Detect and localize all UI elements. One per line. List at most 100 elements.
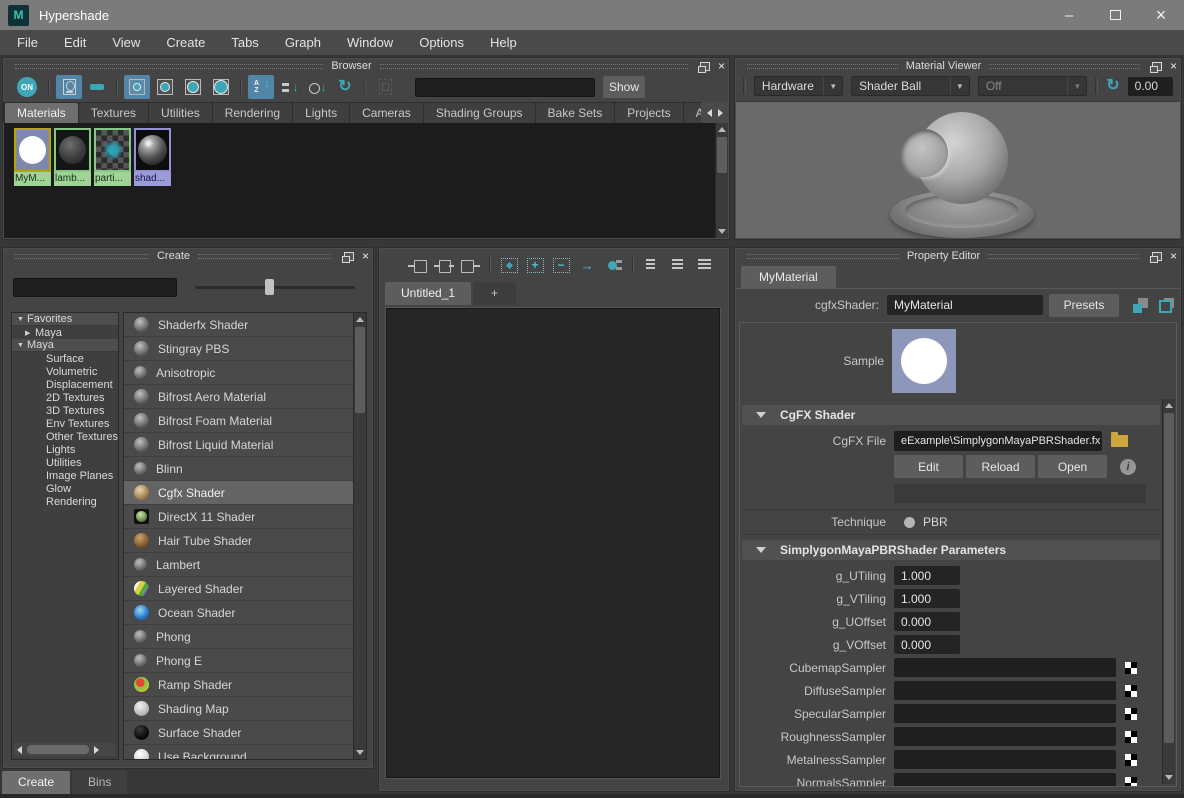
browser-search-input[interactable] <box>415 78 595 97</box>
close-button[interactable]: × <box>1138 0 1184 30</box>
tree-item[interactable]: Glow <box>12 482 118 495</box>
scroll-down-icon[interactable] <box>718 229 726 234</box>
swatch-size-small-button[interactable] <box>124 75 150 99</box>
technique-radio-button[interactable] <box>904 517 915 528</box>
browser-tab[interactable]: Materials <box>5 103 78 123</box>
float-panel-icon[interactable] <box>344 252 354 261</box>
shader-list-item[interactable]: Stingray PBS <box>124 337 353 361</box>
material-thumbnail[interactable] <box>54 128 91 172</box>
scroll-down-icon[interactable] <box>356 750 364 755</box>
tree-item[interactable]: 3D Textures <box>12 404 118 417</box>
renderer-dropdown[interactable]: Hardware ▼ <box>754 76 843 96</box>
cgfx-action-button[interactable]: Open <box>1038 455 1107 478</box>
cgfx-action-button[interactable]: Reload <box>966 455 1035 478</box>
material-swatch[interactable]: MyM... <box>14 128 51 186</box>
material-swatch[interactable]: lamb... <box>54 128 91 186</box>
tree-item[interactable]: Image Planes <box>12 469 118 482</box>
shader-list-scrollbar[interactable] <box>353 313 366 759</box>
remove-selected-nodes-from-graph-icon[interactable]: − <box>549 254 573 276</box>
graph-output-connections-icon[interactable] <box>458 254 482 276</box>
environment-dropdown[interactable]: Off ▼ <box>978 76 1087 96</box>
shader-list-item[interactable]: Blinn <box>124 457 353 481</box>
menu-item[interactable]: Window <box>334 30 406 56</box>
cgfx-file-field[interactable]: eExample\SimplygonMayaPBRShader.fx <box>894 431 1102 451</box>
maximize-button[interactable] <box>1092 0 1138 30</box>
swatch-size-medium-button[interactable] <box>152 75 178 99</box>
menu-item[interactable]: Create <box>153 30 218 56</box>
info-icon[interactable]: i <box>1120 459 1136 475</box>
menu-item[interactable]: Edit <box>51 30 99 56</box>
parameter-value-field[interactable]: 0.000 <box>894 612 960 631</box>
scroll-tabs-right-icon[interactable] <box>718 109 723 117</box>
layout-compact-display-icon[interactable] <box>640 254 664 276</box>
tree-item[interactable]: Maya <box>12 326 118 339</box>
sampler-value-field[interactable] <box>894 773 1116 786</box>
slider-handle[interactable] <box>265 279 274 295</box>
float-panel-icon[interactable] <box>1152 252 1162 261</box>
swatch-size-large-button[interactable] <box>180 75 206 99</box>
close-panel-icon[interactable]: × <box>718 61 725 71</box>
browser-tab[interactable]: Lights <box>293 103 349 123</box>
texture-map-checker-icon[interactable] <box>1125 731 1137 743</box>
swatch-area-scrollbar[interactable] <box>715 123 728 238</box>
scroll-down-icon[interactable] <box>1165 775 1173 780</box>
bottom-tab[interactable]: Create <box>2 771 70 794</box>
graph-tab-untitled[interactable]: Untitled_1 <box>385 282 471 305</box>
shader-list-item[interactable]: Shading Map <box>124 697 353 721</box>
add-selected-nodes-to-graph-icon[interactable]: + <box>523 254 547 276</box>
browser-tab[interactable]: Utilities <box>149 103 212 123</box>
parameter-value-field[interactable]: 0.000 <box>894 635 960 654</box>
scrollbar-thumb[interactable] <box>27 745 89 754</box>
texture-map-checker-icon[interactable] <box>1125 754 1137 766</box>
swatch-with-label-view-button[interactable] <box>56 75 82 99</box>
tree-item[interactable]: Favorites <box>12 313 118 326</box>
shader-list-item[interactable]: Anisotropic <box>124 361 353 385</box>
browser-tab[interactable]: Textures <box>79 103 148 123</box>
texture-map-checker-icon[interactable] <box>1125 685 1137 697</box>
sort-by-time-button[interactable] <box>304 75 330 99</box>
shader-list-item[interactable]: Layered Shader <box>124 577 353 601</box>
show-button[interactable]: Show <box>603 76 645 98</box>
sampler-value-field[interactable] <box>894 750 1116 769</box>
tree-item[interactable]: Surface <box>12 352 118 365</box>
shader-list-item[interactable]: Bifrost Foam Material <box>124 409 353 433</box>
float-panel-icon[interactable] <box>700 62 710 71</box>
list-view-button[interactable] <box>84 75 110 99</box>
sampler-value-field[interactable] <box>894 727 1116 746</box>
minimize-button[interactable]: – <box>1046 0 1092 30</box>
scrollbar-thumb[interactable] <box>355 327 365 413</box>
material-swatch[interactable]: shad... <box>134 128 171 186</box>
tree-expand-icon[interactable] <box>25 329 35 337</box>
copy-tab-icon[interactable] <box>1159 298 1174 313</box>
browser-tab[interactable]: Projects <box>615 103 682 123</box>
shader-list-item[interactable]: Ocean Shader <box>124 601 353 625</box>
shader-list-item[interactable]: Bifrost Aero Material <box>124 385 353 409</box>
menu-item[interactable]: Graph <box>272 30 334 56</box>
layout-full-display-icon[interactable] <box>692 254 716 276</box>
node-graph-canvas[interactable] <box>385 307 721 779</box>
sample-swatch[interactable] <box>892 329 956 393</box>
parameter-value-field[interactable]: 1.000 <box>894 589 960 608</box>
texture-map-checker-icon[interactable] <box>1125 708 1137 720</box>
swatch-render-on-toggle[interactable]: ON <box>17 77 37 97</box>
save-preset-icon[interactable] <box>1133 298 1148 313</box>
menu-item[interactable]: Options <box>406 30 477 56</box>
parameter-value-field[interactable]: 1.000 <box>894 566 960 585</box>
material-viewport[interactable] <box>736 101 1180 238</box>
tree-item[interactable]: Volumetric <box>12 365 118 378</box>
geometry-dropdown[interactable]: Shader Ball ▼ <box>851 76 970 96</box>
sampler-value-field[interactable] <box>894 681 1116 700</box>
tree-item[interactable]: Rendering <box>12 495 118 508</box>
presets-button[interactable]: Presets <box>1049 294 1119 317</box>
shader-list-item[interactable]: Use Background <box>124 745 353 760</box>
layout-medium-display-icon[interactable] <box>666 254 690 276</box>
menu-item[interactable]: View <box>99 30 153 56</box>
scroll-up-icon[interactable] <box>718 127 726 132</box>
browse-folder-icon[interactable] <box>1111 435 1128 447</box>
collapse-triangle-icon[interactable] <box>756 547 766 553</box>
node-name-field[interactable]: MyMaterial <box>887 295 1043 315</box>
icon-size-slider[interactable] <box>195 279 355 295</box>
graph-input-and-output-connections-icon[interactable] <box>432 254 456 276</box>
tree-item[interactable]: 2D Textures <box>12 391 118 404</box>
browser-tab[interactable]: Shading Groups <box>424 103 535 123</box>
